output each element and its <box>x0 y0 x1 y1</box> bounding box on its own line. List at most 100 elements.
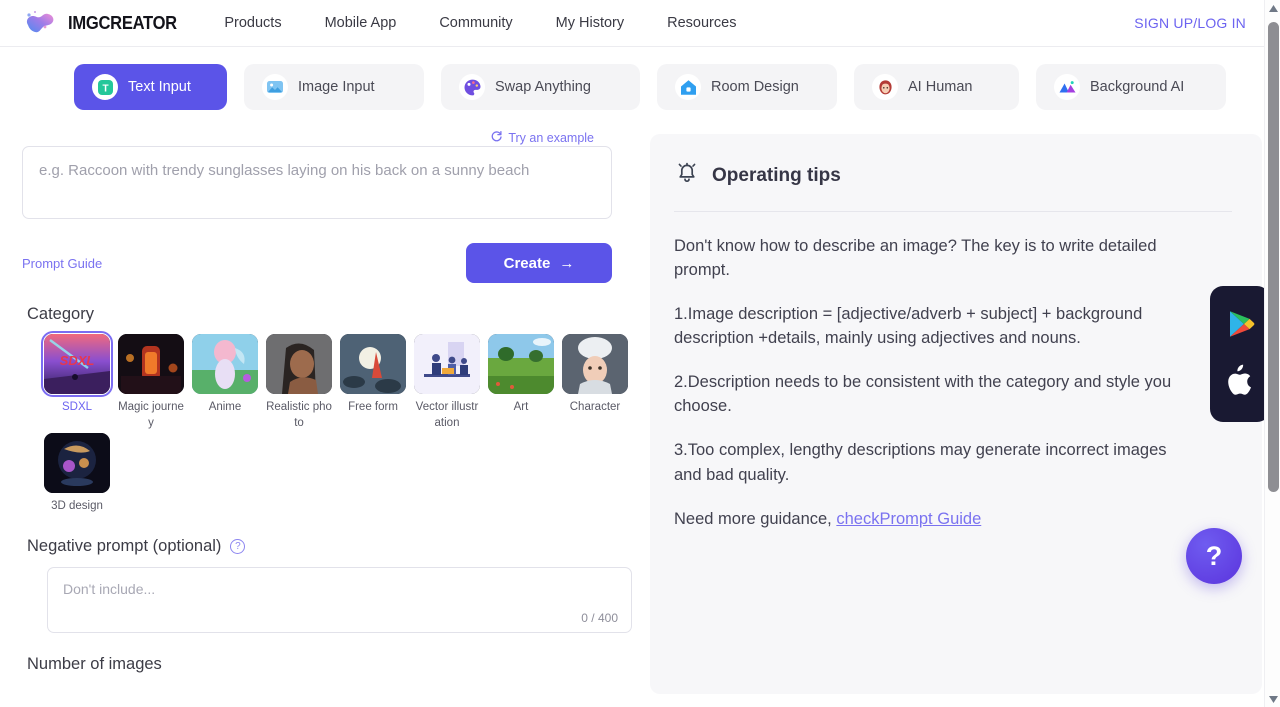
nav-item-products[interactable]: Products <box>224 15 281 31</box>
svg-text:T: T <box>102 83 108 94</box>
category-label: Magic journey <box>118 401 184 429</box>
negative-prompt-header: Negative prompt (optional) ? <box>27 537 612 556</box>
category-thumbnail <box>44 433 110 494</box>
category-item-art[interactable]: Art <box>488 334 562 431</box>
google-play-icon[interactable] <box>1223 307 1257 346</box>
try-an-example-button[interactable]: Try an example <box>22 130 612 146</box>
scroll-up-arrow[interactable] <box>1265 0 1280 16</box>
category-item-free-form[interactable]: Free form <box>340 334 414 431</box>
try-an-example-label: Try an example <box>508 131 594 145</box>
negative-prompt-wrap: 0 / 400 <box>47 566 632 633</box>
category-thumbnail <box>488 334 554 394</box>
category-item-3d-design[interactable]: 3D design <box>44 433 118 515</box>
bell-icon <box>674 160 700 191</box>
tips-paragraph: 2.Description needs to be consistent wit… <box>674 373 1172 416</box>
negative-prompt-input[interactable] <box>47 566 632 633</box>
category-grid: SDXL SDXL Magic journey Anime Realistic … <box>41 331 628 515</box>
nav-item-my-history[interactable]: My History <box>556 15 624 31</box>
tips-column: Operating tips Don't know how to describ… <box>630 110 1280 694</box>
apple-icon[interactable] <box>1225 363 1255 402</box>
nav-item-mobile-app[interactable]: Mobile App <box>325 15 397 31</box>
question-mark-icon: ? <box>1205 540 1223 571</box>
scroll-down-arrow[interactable] <box>1265 691 1280 707</box>
operating-tips-header: Operating tips <box>674 160 1232 191</box>
brand-name: IMGCREATOR <box>68 12 177 33</box>
palette-icon <box>459 74 485 100</box>
tab-label: Swap Anything <box>495 79 591 95</box>
tab-label: Text Input <box>128 79 191 95</box>
tab-room-design[interactable]: Room Design <box>657 64 837 110</box>
sign-up-log-in-link[interactable]: SIGN UP/LOG IN <box>1134 15 1246 31</box>
nav-item-resources[interactable]: Resources <box>667 15 736 31</box>
main-nav: Products Mobile App Community My History… <box>224 15 779 31</box>
tab-label: AI Human <box>908 79 973 95</box>
logo-icon <box>20 8 60 38</box>
category-thumbnail <box>266 334 332 394</box>
house-icon <box>675 74 701 100</box>
site-header: IMGCREATOR Products Mobile App Community… <box>0 0 1280 47</box>
page-scrollbar[interactable] <box>1264 0 1280 707</box>
divider <box>674 211 1232 212</box>
category-label: 3D design <box>51 500 103 513</box>
category-item-realistic-photo[interactable]: Realistic photo <box>266 334 340 431</box>
text-t-icon: T <box>92 74 118 100</box>
category-thumbnail: SDXL <box>41 331 113 397</box>
tab-swap-anything[interactable]: Swap Anything <box>441 64 640 110</box>
tab-image-input[interactable]: Image Input <box>244 64 424 110</box>
app-download-dock <box>1210 286 1270 422</box>
prompt-input[interactable] <box>22 146 612 219</box>
tab-label: Background AI <box>1090 79 1185 95</box>
mountain-icon <box>1054 74 1080 100</box>
prompt-guide-link-tips[interactable]: checkPrompt Guide <box>836 510 981 528</box>
refresh-icon <box>490 130 503 146</box>
number-of-images-title: Number of images <box>27 654 162 673</box>
create-button[interactable]: Create → <box>466 243 612 283</box>
picture-icon <box>262 74 288 100</box>
help-fab-button[interactable]: ? <box>1186 528 1242 584</box>
tab-ai-human[interactable]: AI Human <box>854 64 1019 110</box>
category-thumbnail <box>414 334 480 394</box>
svg-text:SDXL: SDXL <box>60 353 95 368</box>
category-item-magic-journey[interactable]: Magic journey <box>118 334 192 431</box>
negative-prompt-title: Negative prompt (optional) <box>27 536 222 555</box>
main-content: Try an example Prompt Guide Create → Cat… <box>0 110 1280 694</box>
category-label: Vector illustration <box>415 401 479 429</box>
tips-footer-text: Need more guidance, <box>674 509 837 528</box>
category-item-anime[interactable]: Anime <box>192 334 266 431</box>
prompt-guide-link[interactable]: Prompt Guide <box>22 256 102 271</box>
tips-footer: Need more guidance, checkPrompt Guide <box>674 507 1174 531</box>
category-label: Free form <box>348 401 398 413</box>
arrow-right-icon: → <box>559 254 575 272</box>
operating-tips-panel: Operating tips Don't know how to describ… <box>650 134 1262 694</box>
tab-text-input[interactable]: T Text Input <box>74 64 227 110</box>
tab-label: Room Design <box>711 79 799 95</box>
scrollbar-thumb[interactable] <box>1268 22 1279 492</box>
category-label: SDXL <box>61 401 93 413</box>
character-counter: 0 / 400 <box>581 610 618 625</box>
form-column: Try an example Prompt Guide Create → Cat… <box>0 110 632 694</box>
tab-label: Image Input <box>298 79 375 95</box>
category-title: Category <box>27 305 94 323</box>
woman-face-icon <box>872 74 898 100</box>
category-thumbnail <box>118 334 184 394</box>
category-label: Character <box>569 401 621 413</box>
category-label: Art <box>513 401 529 413</box>
category-item-character[interactable]: Character <box>562 334 636 431</box>
create-label: Create <box>503 254 551 272</box>
tips-paragraph: 3.Too complex, lengthy descriptions may … <box>674 441 1167 484</box>
category-item-sdxl[interactable]: SDXL SDXL <box>41 331 118 431</box>
operating-tips-title: Operating tips <box>712 164 841 186</box>
category-thumbnail <box>340 334 406 394</box>
nav-item-community[interactable]: Community <box>439 15 512 31</box>
question-circle-icon[interactable]: ? <box>230 538 246 554</box>
tab-background-ai[interactable]: Background AI <box>1036 64 1226 110</box>
mode-tabs: T Text Input Image Input Swap Anything R… <box>0 47 1280 110</box>
category-label: Realistic photo <box>266 401 332 429</box>
prompt-actions: Prompt Guide Create → <box>22 243 612 283</box>
category-item-vector-illustration[interactable]: Vector illustration <box>414 334 488 431</box>
category-label: Anime <box>208 401 242 413</box>
tips-paragraph: 1.Image description = [adjective/adverb … <box>674 305 1143 348</box>
tips-paragraph: Don't know how to describe an image? The… <box>674 237 1157 280</box>
brand[interactable]: IMGCREATOR <box>20 8 186 38</box>
category-thumbnail <box>562 334 628 394</box>
